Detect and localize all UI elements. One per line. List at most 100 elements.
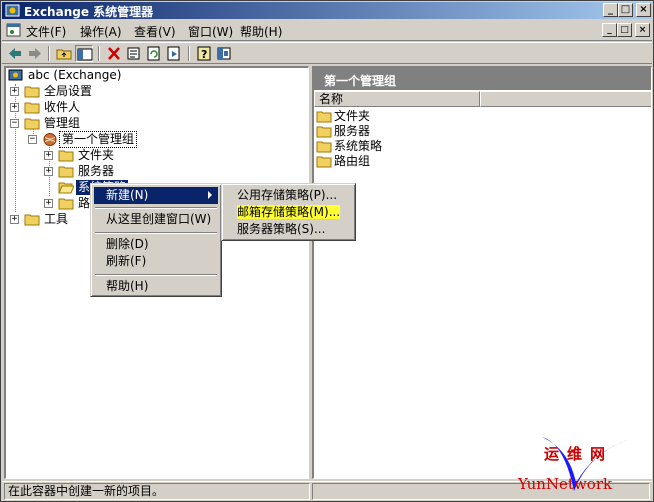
folder-icon [58,150,74,162]
folder-icon [24,214,40,226]
expand-plus-icon[interactable]: + [10,87,19,96]
context-menu-refresh[interactable]: 刷新(F) [94,253,218,270]
watermark-cn-text: 运维网 [544,445,614,463]
list-item-label: 路由组 [334,154,371,168]
context-menu-help[interactable]: 帮助(H) [94,278,218,295]
details-pane-header: 第一个管理组 [314,68,651,90]
window-title: Exchange 系统管理器 [24,5,154,19]
expand-plus-icon[interactable]: + [10,103,19,112]
toolbar-separator [188,46,190,61]
exchange-system-manager-window: Exchange 系统管理器 _ □ × 文件(F) 操作(A) 查看(V) 窗… [0,0,654,502]
exchange-org-icon [8,69,23,81]
watermark-en-text: YunNetwork [518,475,613,493]
forward-arrow-icon [29,48,41,59]
context-menu-new-window[interactable]: 从这里创建窗口(W) [94,211,218,228]
collapse-minus-icon[interactable]: − [10,119,19,128]
up-folder-icon [56,49,72,60]
list-item-label: 系统策略 [334,139,383,153]
folder-icon [316,126,332,138]
folder-icon [24,102,40,114]
folder-icon [316,111,332,123]
menu-separator [95,207,217,209]
refresh-icon [147,46,160,61]
menu-file[interactable]: 文件(F) [26,23,66,39]
submenu-arrow-icon [208,191,212,199]
status-text: 在此容器中创建一新的项目。 [4,483,310,500]
folder-icon [58,166,74,178]
context-menu-new[interactable]: 新建(N) [94,187,218,204]
tree-label: 第一个管理组 [58,131,138,148]
menu-window[interactable]: 窗口(W) [188,23,233,39]
mdi-restore-button[interactable]: □ [617,23,632,37]
folder-icon [58,198,74,210]
mdi-close-button[interactable]: × [635,23,650,37]
help-icon: ? [197,46,211,61]
submenu-mailbox-store-policy[interactable]: 邮箱存储策略(M)... [225,204,352,221]
column-header-name[interactable]: 名称 [314,91,480,107]
export-list-button[interactable] [165,45,183,62]
tree-label: 文件夹 [78,148,115,162]
tree-label: abc (Exchange) [28,68,122,82]
expand-plus-icon[interactable]: + [10,215,19,224]
column-header-empty[interactable] [480,91,651,107]
title-bar[interactable]: Exchange 系统管理器 _ □ × [2,2,652,19]
folder-icon [24,86,40,98]
submenu-server-policy[interactable]: 服务器策略(S)... [225,221,352,238]
tree-label: 服务器 [78,164,115,178]
tree-label: 管理组 [44,116,81,130]
up-level-button[interactable] [55,45,73,62]
back-button[interactable] [6,45,24,62]
show-tree-icon [77,48,93,61]
expand-plus-icon[interactable]: + [44,199,53,208]
back-arrow-icon [9,48,21,59]
admin-group-icon [43,133,57,146]
export-list-icon [167,46,180,61]
watermark-logo: 运维网 YunNetwork [516,433,654,498]
properties-icon [127,47,140,60]
collapse-minus-icon[interactable]: − [28,135,37,144]
menu-bar: 文件(F) 操作(A) 查看(V) 窗口(W) 帮助(H) _ □ × [2,20,652,41]
minimize-button[interactable]: _ [603,3,618,17]
console-document-icon[interactable] [6,22,22,38]
tree-label: 工具 [44,212,69,226]
close-button[interactable]: × [636,3,651,17]
forward-button[interactable] [26,45,44,62]
tree-label: 全局设置 [44,84,93,98]
toolbar-separator [48,46,50,61]
properties-button[interactable] [125,45,143,62]
submenu-public-store-policy[interactable]: 公用存储策略(P)... [225,187,352,204]
folder-icon [316,156,332,168]
mdi-minimize-button[interactable]: _ [602,23,617,37]
delete-button[interactable] [105,45,123,62]
toolbar: ? [2,42,652,64]
folder-icon [24,118,40,130]
submenu-mailbox-store-policy-label: 邮箱存储策略(M)... [237,205,341,219]
help-button[interactable]: ? [195,45,213,62]
refresh-button[interactable] [145,45,163,62]
context-menu-new-label: 新建(N) [106,188,149,202]
open-folder-icon [58,182,74,194]
menu-action[interactable]: 操作(A) [80,23,122,39]
context-menu: 新建(N) 从这里创建窗口(W) 删除(D) 刷新(F) 帮助(H) [90,183,222,297]
list-item-label: 服务器 [334,124,371,138]
menu-help[interactable]: 帮助(H) [240,23,282,39]
menu-separator [95,274,217,276]
exchange-app-icon [5,4,20,17]
menu-separator [95,232,217,234]
context-menu-delete[interactable]: 删除(D) [94,236,218,253]
expand-plus-icon[interactable]: + [44,151,53,160]
new-submenu: 公用存储策略(P)... 邮箱存储策略(M)... 服务器策略(S)... [221,183,356,241]
maximize-button[interactable]: □ [618,3,633,17]
folder-icon [316,141,332,153]
show-hide-tree-button[interactable] [75,45,93,62]
delete-icon [108,47,120,60]
details-pane[interactable]: 第一个管理组 名称 文件夹 服务器 系统策略 路由组 [312,66,652,479]
list-item-label: 文件夹 [334,109,371,123]
details-pane-title: 第一个管理组 [324,74,397,88]
expand-plus-icon[interactable]: + [44,167,53,176]
console-view-button[interactable] [215,45,233,62]
menu-view[interactable]: 查看(V) [134,23,176,39]
toolbar-separator [98,46,100,61]
console-icon [217,47,231,60]
tree-label: 收件人 [44,100,81,114]
